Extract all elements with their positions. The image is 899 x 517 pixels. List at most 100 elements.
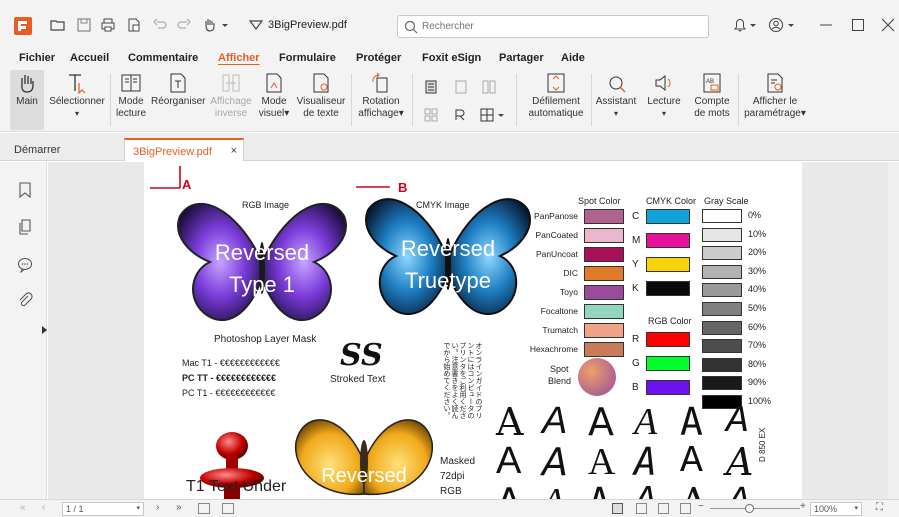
gray-scale-label: 100% bbox=[748, 396, 772, 406]
rotate-view-icon bbox=[370, 72, 392, 94]
zoom-in-icon[interactable]: + bbox=[800, 501, 806, 512]
tab-start[interactable]: Démarrer bbox=[6, 138, 68, 161]
zoom-slider-handle[interactable] bbox=[745, 504, 754, 513]
menu-foxit-esign[interactable]: Foxit eSign bbox=[422, 52, 481, 64]
reversed-truetype-line1: Reversed bbox=[401, 236, 495, 261]
tab-document[interactable]: 3BigPreview.pdf × bbox=[124, 138, 244, 161]
cmyk-color-swatch bbox=[646, 281, 690, 296]
continuous-view-icon[interactable] bbox=[636, 503, 647, 514]
gray-scale-label: 20% bbox=[748, 247, 767, 258]
undo-icon[interactable] bbox=[152, 17, 168, 33]
zoom-out-icon[interactable]: − bbox=[698, 501, 704, 512]
cmyk-color-header: CMYK Color bbox=[646, 196, 697, 206]
ribbon-separator bbox=[591, 74, 592, 126]
reflow-icon[interactable] bbox=[454, 108, 468, 122]
rotate-view-button[interactable]: Rotation affichage▾ bbox=[355, 70, 407, 130]
document-tab-bar: Démarrer 3BigPreview.pdf × bbox=[0, 133, 899, 161]
hand-tool-dropdown-icon[interactable] bbox=[202, 17, 230, 33]
spot-color-label: PanPanose bbox=[534, 211, 578, 221]
menu-formulaire[interactable]: Formulaire bbox=[279, 52, 336, 64]
visual-mode-icon bbox=[263, 72, 285, 94]
display-settings-button[interactable]: Afficher le paramétrage▾ bbox=[742, 70, 808, 130]
read-aloud-button[interactable]: Lecture ▾ bbox=[644, 70, 684, 130]
gray-scale-swatch bbox=[702, 227, 742, 242]
close-window-icon[interactable] bbox=[880, 17, 896, 33]
reversed-type1-line1: Reversed bbox=[215, 240, 309, 265]
glyph-sample: A bbox=[726, 480, 751, 499]
open-folder-icon[interactable] bbox=[50, 17, 66, 33]
menu-proteger[interactable]: Protéger bbox=[356, 52, 401, 64]
hand-tool-button[interactable]: Main bbox=[10, 70, 44, 130]
customize-toolbar-icon[interactable] bbox=[248, 17, 264, 33]
visual-mode-button[interactable]: Mode visuel▾ bbox=[257, 70, 291, 130]
spot-color-swatch bbox=[584, 342, 624, 357]
pages-thumbnail-icon[interactable] bbox=[17, 219, 33, 235]
gray-scale-label: 80% bbox=[748, 358, 767, 369]
save-icon[interactable] bbox=[76, 17, 92, 33]
gray-scale-header: Gray Scale bbox=[704, 196, 749, 206]
vertical-scrollbar[interactable] bbox=[888, 162, 899, 499]
split-view-icon[interactable] bbox=[480, 108, 506, 122]
menu-commentaire[interactable]: Commentaire bbox=[128, 52, 198, 64]
maximize-icon[interactable] bbox=[850, 17, 866, 33]
menu-fichier[interactable]: Fichier bbox=[19, 52, 55, 64]
gray-scale-label: 70% bbox=[748, 340, 767, 351]
first-page-icon[interactable]: « bbox=[20, 502, 26, 513]
reorganize-button[interactable]: Réorganiser bbox=[151, 70, 205, 130]
paste-page-icon[interactable] bbox=[222, 503, 234, 514]
menu-afficher[interactable]: Afficher bbox=[218, 52, 260, 64]
ribbon-separator bbox=[738, 74, 739, 126]
comments-icon[interactable] bbox=[17, 257, 33, 273]
zoom-slider-track[interactable] bbox=[710, 508, 800, 509]
orange-butterfly-image: Reversed bbox=[295, 419, 433, 496]
glyph-sample: A bbox=[588, 441, 616, 483]
gray-scale-swatch bbox=[702, 320, 742, 335]
single-page-view-icon[interactable] bbox=[612, 503, 623, 514]
previous-page-icon[interactable]: ‹ bbox=[42, 502, 45, 513]
account-icon[interactable] bbox=[768, 17, 796, 33]
facing-pages-icon[interactable] bbox=[482, 80, 496, 94]
last-page-icon[interactable]: » bbox=[176, 502, 182, 513]
continuous-page-icon[interactable] bbox=[454, 80, 468, 94]
reading-mode-button[interactable]: Mode lecture bbox=[114, 70, 148, 130]
zoom-level-input[interactable]: 100% ▾ bbox=[810, 502, 862, 516]
word-count-button[interactable]: AB Compte de mots bbox=[690, 70, 734, 130]
glyph-sample: A bbox=[542, 440, 568, 484]
search-box[interactable] bbox=[397, 15, 709, 38]
speaker-icon bbox=[653, 72, 675, 94]
fit-page-icon[interactable]: ⛶ bbox=[876, 502, 883, 513]
copy-page-icon[interactable] bbox=[198, 503, 210, 514]
settings-document-icon bbox=[764, 72, 786, 94]
reorganize-icon bbox=[167, 72, 189, 94]
expand-panel-icon[interactable] bbox=[42, 326, 47, 334]
rgb-color-swatch bbox=[646, 380, 690, 395]
marker-a: A bbox=[182, 177, 192, 192]
redo-icon[interactable] bbox=[176, 17, 192, 33]
continuous-facing-icon[interactable] bbox=[424, 108, 438, 122]
next-page-icon[interactable]: › bbox=[156, 502, 159, 513]
gray-scale-swatch bbox=[702, 283, 742, 298]
single-page-icon[interactable] bbox=[424, 80, 438, 94]
facing-view-icon[interactable] bbox=[658, 503, 669, 514]
menu-accueil[interactable]: Accueil bbox=[70, 52, 109, 64]
document-title: 3BigPreview.pdf bbox=[268, 19, 347, 31]
glyph-sample: A bbox=[588, 480, 611, 499]
minimize-icon[interactable] bbox=[818, 17, 834, 33]
menu-aide[interactable]: Aide bbox=[561, 52, 585, 64]
notifications-bell-icon[interactable] bbox=[732, 17, 758, 33]
page-number-input[interactable]: 1 / 1 ▾ bbox=[62, 502, 144, 516]
close-tab-icon[interactable]: × bbox=[231, 145, 237, 157]
text-viewer-button[interactable]: Visualiseur de texte bbox=[294, 70, 348, 130]
assistant-button[interactable]: Assistant ▾ bbox=[594, 70, 638, 130]
bookmark-icon[interactable] bbox=[17, 182, 33, 198]
attachment-icon[interactable] bbox=[17, 292, 33, 308]
new-document-icon[interactable] bbox=[126, 17, 142, 33]
select-tool-button[interactable]: Sélectionner ▾ bbox=[47, 70, 107, 130]
search-input[interactable] bbox=[422, 16, 682, 36]
menu-partager[interactable]: Partager bbox=[499, 52, 544, 64]
print-icon[interactable] bbox=[100, 17, 116, 33]
reverse-view-button[interactable]: Affichage inverse bbox=[207, 70, 255, 130]
gray-scale-swatch bbox=[702, 246, 742, 261]
continuous-facing-view-icon[interactable] bbox=[680, 503, 691, 514]
auto-scroll-button[interactable]: Défilement automatique bbox=[524, 70, 588, 130]
